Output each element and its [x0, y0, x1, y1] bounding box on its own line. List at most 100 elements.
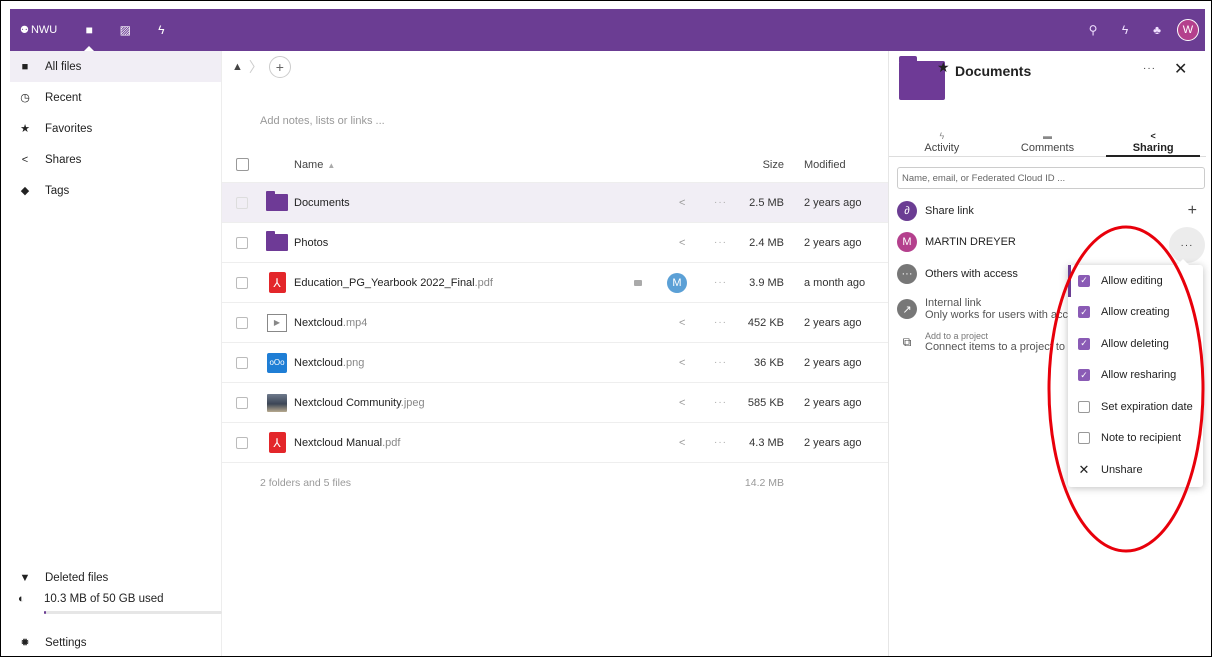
more-icon[interactable]: ···	[714, 197, 727, 208]
menu-item-label: Allow resharing	[1101, 369, 1177, 382]
quota-text: 10.3 MB of 50 GB used	[44, 593, 164, 605]
table-row[interactable]: ⅄ Education_PG_Yearbook 2022_Final.pdf M…	[222, 263, 888, 303]
more-icon[interactable]: ···	[714, 437, 727, 448]
favorite-star-icon[interactable]: ★	[937, 59, 950, 76]
contacts-icon[interactable]: ♣	[1141, 9, 1173, 51]
comment-icon: ▬	[1043, 131, 1052, 141]
table-row[interactable]: Documents < ··· 2.5 MB 2 years ago	[222, 183, 888, 223]
column-name[interactable]: Name ▲	[294, 159, 335, 171]
table-row[interactable]: Photos < ··· 2.4 MB 2 years ago	[222, 223, 888, 263]
file-size: 2.4 MB	[749, 236, 784, 249]
select-all-checkbox[interactable]	[236, 158, 249, 171]
table-row[interactable]: ▶ Nextcloud.mp4 < ··· 452 KB 2 years ago	[222, 303, 888, 343]
add-share-link-button[interactable]: +	[1188, 202, 1197, 220]
file-name[interactable]: Documents	[294, 197, 350, 209]
tag-icon: ◆	[20, 185, 30, 197]
notifications-icon[interactable]: ϟ	[1109, 9, 1141, 51]
row-checkbox[interactable]	[236, 396, 248, 409]
sidebar-item-label: Shares	[45, 153, 82, 166]
sidebar-item-recent[interactable]: ◷ Recent	[10, 82, 221, 113]
clock-icon: ◷	[20, 92, 30, 104]
photos-icon-glyph: ▨	[119, 23, 131, 37]
photos-icon[interactable]: ▨	[107, 9, 143, 51]
row-checkbox[interactable]	[236, 276, 248, 289]
details-more-button[interactable]: ···	[1143, 63, 1156, 74]
share-icon[interactable]: <	[679, 357, 685, 369]
sidebar-item-tags[interactable]: ◆ Tags	[10, 175, 221, 206]
menu-item-allow-editing[interactable]: ✓ Allow editing	[1068, 265, 1203, 297]
activity-icon[interactable]: ϟ	[143, 9, 179, 51]
file-modified: 2 years ago	[804, 436, 862, 449]
shared-with-avatar[interactable]: M	[667, 272, 687, 293]
share-icon[interactable]: <	[679, 397, 685, 409]
share-icon[interactable]: <	[679, 197, 685, 209]
sidebar-item-all-files[interactable]: ■ All files	[10, 51, 221, 82]
file-name[interactable]: Photos	[294, 237, 328, 249]
sharee-search-input[interactable]: Name, email, or Federated Cloud ID ...	[897, 167, 1205, 189]
file-modified: 2 years ago	[804, 396, 862, 409]
home-icon[interactable]: ▲	[232, 61, 243, 73]
table-row[interactable]: Nextcloud Community.jpeg < ··· 585 KB 2 …	[222, 383, 888, 423]
share-icon[interactable]: <	[679, 317, 685, 329]
logo[interactable]: ⚉ NWU	[20, 24, 57, 36]
table-row[interactable]: oOo Nextcloud.png < ··· 36 KB 2 years ag…	[222, 343, 888, 383]
close-button[interactable]: ✕	[1174, 59, 1187, 79]
column-modified[interactable]: Modified	[804, 159, 846, 171]
more-icon[interactable]: ···	[714, 357, 727, 368]
share-icon: <	[1150, 131, 1156, 141]
search-icon[interactable]: ⚲	[1077, 9, 1109, 51]
file-name[interactable]: Education_PG_Yearbook 2022_Final.pdf	[294, 277, 493, 289]
menu-item-allow-creating[interactable]: ✓ Allow creating	[1068, 297, 1203, 329]
comment-icon[interactable]	[634, 279, 642, 286]
user-avatar[interactable]: W	[1177, 19, 1199, 41]
file-basename: Photos	[294, 236, 329, 249]
tab-activity[interactable]: ϟ Activity	[889, 131, 995, 156]
more-icon[interactable]: ···	[714, 237, 727, 248]
menu-item-label: Unshare	[1101, 463, 1143, 476]
sharee-row[interactable]: M MARTIN DREYER	[897, 232, 1197, 252]
menu-item-allow-deleting[interactable]: ✓ Allow deleting	[1068, 328, 1203, 360]
notes-field[interactable]: Add notes, lists or links ...	[260, 115, 385, 127]
row-checkbox[interactable]	[236, 316, 248, 329]
sharee-menu-button[interactable]: ···	[1169, 227, 1205, 263]
file-summary-row: 2 folders and 5 files 14.2 MB	[222, 463, 888, 503]
column-name-label: Name	[294, 158, 324, 171]
tab-sharing[interactable]: < Sharing	[1100, 131, 1206, 157]
menu-item-note-to-recipient[interactable]: Note to recipient	[1068, 423, 1203, 455]
row-checkbox[interactable]	[236, 436, 248, 449]
trash-icon: ▼	[19, 571, 31, 584]
menu-item-set-expiration-date[interactable]: Set expiration date	[1068, 391, 1203, 423]
sidebar-item-settings[interactable]: ✹ Settings	[10, 627, 221, 656]
sidebar-item-shares[interactable]: < Shares	[10, 144, 221, 175]
activity-icon: ϟ	[939, 131, 945, 141]
file-extension: .png	[342, 356, 365, 369]
menu-item-allow-resharing[interactable]: ✓ Allow resharing	[1068, 360, 1203, 392]
add-project-description: Connect items to a project to	[925, 341, 1066, 353]
row-checkbox[interactable]	[236, 196, 248, 209]
folder-icon: ■	[21, 60, 29, 73]
share-icon[interactable]: <	[679, 437, 685, 449]
sidebar-item-favorites[interactable]: ★ Favorites	[10, 113, 221, 144]
file-name[interactable]: Nextcloud Community.jpeg	[294, 397, 425, 409]
more-icon[interactable]: ···	[714, 317, 727, 328]
row-checkbox[interactable]	[236, 356, 248, 369]
menu-item-unshare[interactable]: ✕ Unshare	[1068, 454, 1203, 486]
table-row[interactable]: ⅄ Nextcloud Manual.pdf < ··· 4.3 MB 2 ye…	[222, 423, 888, 463]
file-list-area: ▲ 〉 + Add notes, lists or links ... Name…	[222, 51, 888, 656]
tab-comments[interactable]: ▬ Comments	[995, 131, 1101, 156]
checkbox-checked-icon: ✓	[1078, 306, 1090, 319]
file-name[interactable]: Nextcloud.mp4	[294, 317, 367, 329]
new-button[interactable]: +	[268, 56, 291, 78]
share-link-row[interactable]: ∂ Share link +	[897, 201, 1197, 221]
file-name[interactable]: Nextcloud.png	[294, 357, 364, 369]
file-name[interactable]: Nextcloud Manual.pdf	[294, 437, 400, 449]
sidebar-item-deleted-files[interactable]: ▼ Deleted files	[10, 562, 221, 593]
row-checkbox[interactable]	[236, 236, 248, 249]
files-icon[interactable]: ■	[71, 9, 107, 51]
share-icon[interactable]: <	[679, 237, 685, 249]
file-extension: .jpeg	[400, 396, 425, 409]
column-size[interactable]: Size	[763, 159, 784, 171]
file-extension: .mp4	[342, 316, 368, 329]
more-icon[interactable]: ···	[714, 397, 727, 408]
more-icon[interactable]: ···	[714, 277, 727, 288]
